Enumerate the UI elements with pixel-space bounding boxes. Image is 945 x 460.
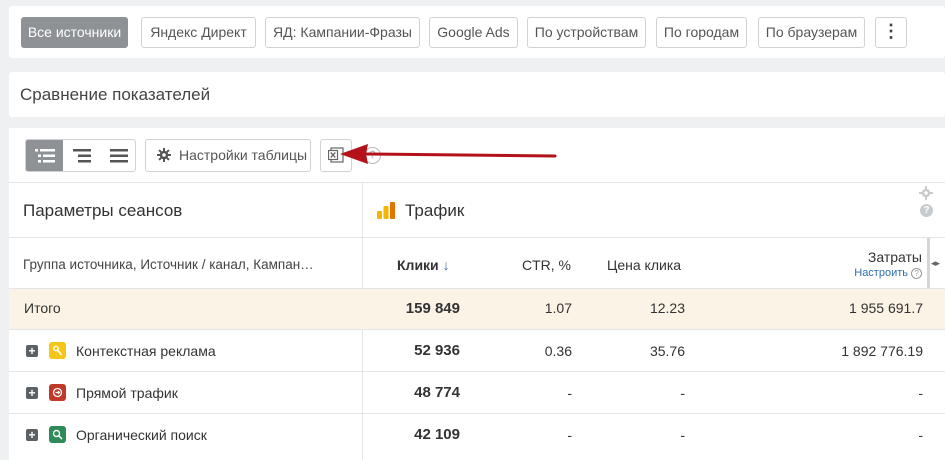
row-ctr: - xyxy=(567,385,572,401)
sort-desc-icon: ↓ xyxy=(442,257,450,273)
view-mode-group xyxy=(25,139,136,172)
section-header: Сравнение показателей xyxy=(9,72,945,117)
analytics-bars-icon xyxy=(377,202,395,219)
help-icon[interactable]: ? xyxy=(364,147,381,164)
row-clicks: 48 774 xyxy=(414,384,460,401)
more-chips-button[interactable]: ⋮ xyxy=(875,17,907,48)
total-clicks: 159 849 xyxy=(405,300,460,317)
section-title: Сравнение показателей xyxy=(20,85,211,104)
row-cpc: 35.76 xyxy=(649,343,685,359)
chip-by-cities[interactable]: По городам xyxy=(656,17,747,48)
source-filter-bar: Все источники Яндекс Директ ЯД: Кампании… xyxy=(9,6,945,58)
traffic-group-title: Трафик xyxy=(405,201,465,220)
total-cost: 1 955 691.7 xyxy=(849,300,923,316)
table-toolbar: Настройки таблицы ? xyxy=(9,128,945,182)
cost-column-header[interactable]: Затраты Настроить? xyxy=(854,249,922,279)
tree-list-icon xyxy=(34,148,55,162)
table-row[interactable]: + Контекстная реклама 52 936 0.36 35.76 … xyxy=(9,330,945,371)
expand-icon[interactable]: + xyxy=(26,345,38,357)
total-cpc: 12.23 xyxy=(649,300,685,316)
expand-icon[interactable]: + xyxy=(26,387,38,399)
export-excel-button[interactable] xyxy=(320,139,352,172)
indent-list-icon xyxy=(72,148,91,162)
ctr-column-header[interactable]: CTR, % xyxy=(522,257,571,273)
yandex-direct-icon xyxy=(49,342,66,359)
row-label: Органический поиск xyxy=(76,427,207,443)
row-label: Прямой трафик xyxy=(76,385,178,401)
table-row[interactable]: + Органический поиск 42 109 - - - xyxy=(9,414,945,460)
total-ctr: 1.07 xyxy=(544,300,572,316)
direct-traffic-icon xyxy=(49,384,66,401)
chip-by-devices[interactable]: По устройствам xyxy=(527,17,646,48)
row-cost: - xyxy=(918,385,923,401)
chip-yandex-direct[interactable]: Яндекс Директ xyxy=(141,17,256,48)
cpc-column-header[interactable]: Цена клика xyxy=(607,257,681,273)
chip-all-sources[interactable]: Все источники xyxy=(21,17,128,48)
clicks-column-header[interactable]: Клики ↓ xyxy=(397,257,450,273)
row-cost: - xyxy=(918,427,923,443)
session-params-title: Параметры сеансов xyxy=(23,201,183,220)
dimension-column-header[interactable]: Группа источника, Источник / канал, Камп… xyxy=(23,257,314,272)
table-settings-label: Настройки таблицы xyxy=(179,147,308,163)
total-row: Итого 159 849 1.07 12.23 1 955 691.7 xyxy=(9,289,945,329)
indented-view-button[interactable] xyxy=(63,140,100,171)
clicks-header-label: Клики xyxy=(397,257,439,273)
flat-view-button[interactable] xyxy=(100,140,135,171)
more-vertical-icon: ⋮ xyxy=(882,21,900,41)
row-cost: 1 892 776.19 xyxy=(841,343,923,359)
expand-icon[interactable]: + xyxy=(26,429,38,441)
cost-header-label: Затраты xyxy=(867,249,922,265)
table-row[interactable]: + Прямой трафик 48 774 - - - xyxy=(9,372,945,413)
table-settings-button[interactable]: Настройки таблицы xyxy=(145,139,311,172)
organic-search-icon xyxy=(49,426,66,443)
row-clicks: 42 109 xyxy=(414,426,460,443)
resize-arrows-icon[interactable]: ◂▸ xyxy=(931,258,940,269)
excel-icon xyxy=(328,147,344,163)
total-label: Итого xyxy=(24,300,61,316)
row-cpc: - xyxy=(680,427,685,443)
column-resize-bar[interactable] xyxy=(927,238,930,288)
flat-list-icon xyxy=(109,148,128,162)
row-ctr: 0.36 xyxy=(544,343,572,359)
row-clicks: 52 936 xyxy=(414,342,460,359)
chip-by-browsers[interactable]: По браузерам xyxy=(758,17,865,48)
chip-google-ads[interactable]: Google Ads xyxy=(429,17,518,48)
row-label: Контекстная реклама xyxy=(76,343,216,359)
configure-help-icon: ? xyxy=(911,267,922,279)
cost-configure-link[interactable]: Настроить? xyxy=(854,267,922,279)
column-settings-icon[interactable] xyxy=(919,186,933,200)
row-cpc: - xyxy=(680,385,685,401)
data-table: Параметры сеансов Трафик ? Группа источн… xyxy=(9,182,945,460)
tree-view-button[interactable] xyxy=(26,140,63,171)
column-help-icon[interactable]: ? xyxy=(920,204,933,217)
gear-icon xyxy=(157,148,171,162)
row-ctr: - xyxy=(567,427,572,443)
chip-yd-campaigns-phrases[interactable]: ЯД: Кампании-Фразы xyxy=(265,17,420,48)
